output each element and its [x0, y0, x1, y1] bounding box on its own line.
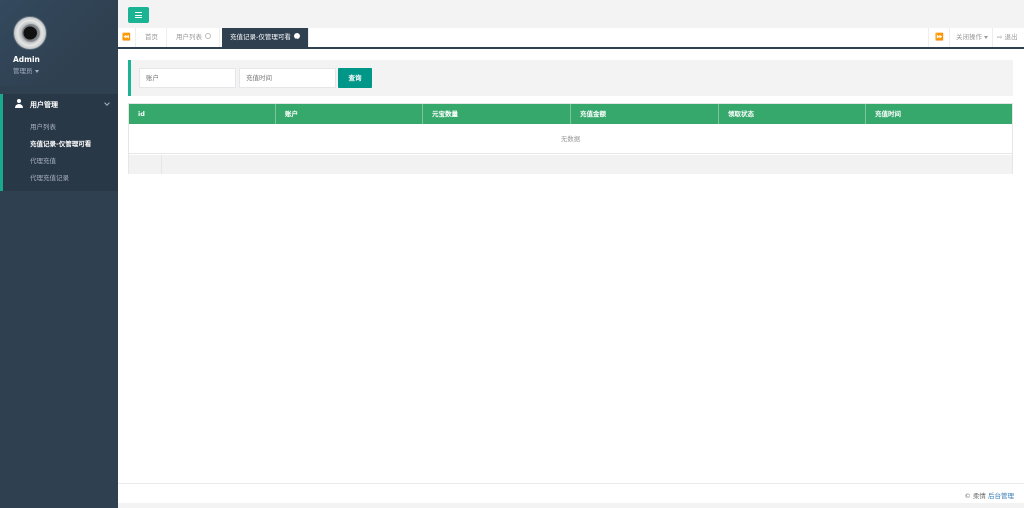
account-input[interactable] [139, 68, 236, 88]
profile-panel: Admin 管理员 [0, 0, 118, 86]
tabs-bar: ⏪ 首页 用户列表 充值记录-仅管理可看 ⏩ 关闭操作 ⇨ 退出 [118, 28, 1024, 50]
hamburger-icon [135, 12, 142, 14]
search-button[interactable]: 查询 [338, 68, 372, 88]
sidebar-item-agent-recharge-records[interactable]: 代理充值记录 [30, 172, 69, 182]
logout-label: 退出 [1004, 33, 1018, 41]
tabs-scroll-right-button[interactable]: ⏩ [928, 28, 950, 47]
user-role-dropdown[interactable]: 管理员 [13, 65, 39, 75]
footer-text: © 柔情 后台管理 [964, 490, 1014, 500]
table-header: id 账户 元宝数量 充值金额 领取状态 充值时间 [129, 104, 1012, 124]
sidebar: Admin 管理员 用户管理 用户列表 充值记录-仅管理可看 代理充值 代理充值… [0, 0, 118, 508]
search-panel: 查询 [128, 60, 1013, 96]
table-empty-message: 无数据 [129, 124, 1012, 154]
table-pagination [129, 155, 1012, 174]
tab-recharge-records[interactable]: 充值记录-仅管理可看 [222, 28, 309, 50]
user-name: Admin [13, 55, 40, 64]
menu-head-label: 用户管理 [30, 101, 58, 109]
pagination-control[interactable] [129, 155, 162, 174]
hamburger-icon-line [135, 17, 142, 19]
column-header-claim-status[interactable]: 领取状态 [719, 104, 866, 124]
copyright-text: © 柔情 [964, 492, 986, 500]
tab-close-icon[interactable] [205, 33, 211, 39]
logout-icon: ⇨ [997, 33, 1003, 41]
avatar[interactable] [13, 16, 47, 50]
tab-label: 充值记录-仅管理可看 [230, 33, 291, 41]
column-header-id[interactable]: id [129, 104, 276, 124]
caret-down-icon [984, 35, 988, 39]
menu-group-user-management: 用户管理 用户列表 充值记录-仅管理可看 代理充值 代理充值记录 [0, 94, 118, 191]
column-header-account[interactable]: 账户 [276, 104, 423, 124]
tab-user-list[interactable]: 用户列表 [168, 28, 220, 47]
footer-link[interactable]: 后台管理 [988, 492, 1014, 500]
tab-close-icon[interactable] [293, 31, 300, 50]
sidebar-item-user-list[interactable]: 用户列表 [30, 121, 56, 131]
close-operations-label: 关闭操作 [956, 33, 982, 41]
main-content: 查询 id 账户 元宝数量 充值金额 领取状态 充值时间 无数据 [118, 49, 1024, 483]
footer: © 柔情 后台管理 [118, 483, 1024, 503]
menu-toggle-button[interactable] [128, 7, 149, 23]
sidebar-item-agent-recharge[interactable]: 代理充值 [30, 155, 56, 165]
user-icon [15, 99, 23, 108]
column-header-yuanbao-amount[interactable]: 元宝数量 [423, 104, 571, 124]
column-header-recharge-time[interactable]: 充值时间 [866, 104, 1012, 124]
user-role-label: 管理员 [13, 67, 33, 75]
hamburger-icon-line [135, 14, 142, 16]
bottom-strip [118, 503, 1024, 508]
menu-head-user-management[interactable]: 用户管理 [3, 94, 118, 114]
recharge-time-input[interactable] [239, 68, 336, 88]
tabs-scroll-left-button[interactable]: ⏪ [118, 28, 136, 47]
caret-down-icon [34, 69, 39, 73]
records-table: id 账户 元宝数量 充值金额 领取状态 充值时间 无数据 [128, 103, 1013, 174]
logout-button[interactable]: ⇨ 退出 [992, 28, 1022, 47]
tab-home[interactable]: 首页 [137, 28, 167, 47]
tab-label: 首页 [145, 33, 158, 41]
chevron-down-icon [104, 100, 110, 106]
top-bar [118, 0, 1024, 28]
tab-label: 用户列表 [176, 33, 202, 41]
sidebar-item-recharge-records[interactable]: 充值记录-仅管理可看 [30, 138, 91, 148]
close-operations-dropdown[interactable]: 关闭操作 [949, 28, 994, 47]
column-header-recharge-amount[interactable]: 充值金额 [571, 104, 719, 124]
